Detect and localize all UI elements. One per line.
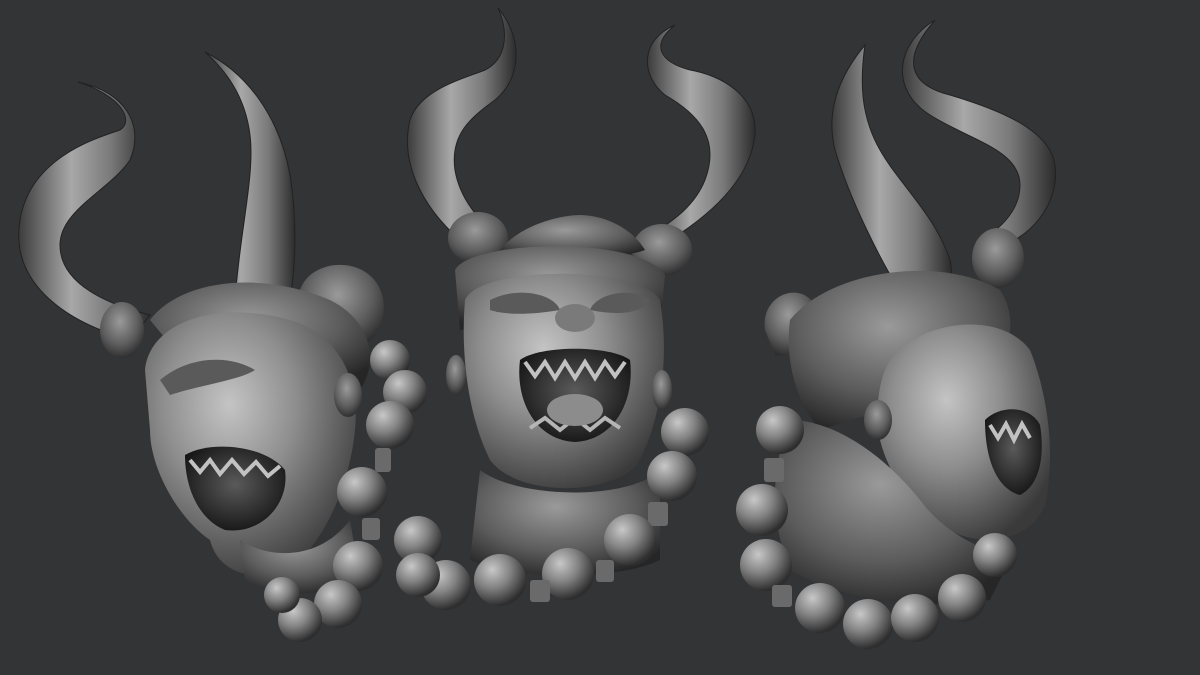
bead bbox=[474, 554, 526, 606]
ear bbox=[864, 400, 892, 440]
bead bbox=[891, 594, 939, 642]
ear bbox=[334, 373, 362, 417]
bead-spacer bbox=[596, 560, 614, 582]
bead-spacer bbox=[648, 502, 668, 526]
bead bbox=[604, 514, 656, 566]
bead bbox=[264, 577, 300, 613]
horn-cuff bbox=[100, 302, 144, 358]
right-horn bbox=[204, 51, 296, 301]
head bbox=[145, 312, 356, 576]
ear bbox=[446, 355, 466, 395]
bead-spacer bbox=[764, 458, 784, 482]
left-horn bbox=[831, 43, 952, 306]
left-horn bbox=[406, 7, 517, 241]
horn-cuff bbox=[972, 228, 1024, 288]
bead bbox=[938, 574, 986, 622]
bead bbox=[647, 451, 697, 501]
bead-spacer bbox=[362, 518, 380, 540]
bead bbox=[396, 553, 440, 597]
bead bbox=[795, 583, 845, 633]
bead bbox=[843, 599, 893, 649]
bead bbox=[973, 533, 1017, 577]
right-horn bbox=[646, 24, 756, 241]
bead bbox=[740, 539, 792, 591]
sculpt-render bbox=[18, 7, 1057, 649]
bead bbox=[366, 401, 414, 449]
bead bbox=[756, 406, 804, 454]
bead bbox=[736, 484, 788, 536]
sculpt-view-three-quarter-right bbox=[736, 19, 1057, 649]
sculpt-view-three-quarter-left bbox=[18, 51, 427, 642]
bead-spacer bbox=[375, 448, 391, 472]
bead bbox=[337, 467, 387, 517]
nose bbox=[555, 304, 595, 332]
tongue bbox=[547, 394, 603, 426]
bead bbox=[661, 408, 709, 456]
sculpt-viewport bbox=[0, 0, 1200, 675]
bead-spacer bbox=[772, 585, 792, 607]
bead-spacer bbox=[530, 580, 550, 602]
sculpt-view-front bbox=[394, 7, 756, 610]
left-horn bbox=[18, 81, 151, 341]
ear bbox=[652, 370, 672, 410]
